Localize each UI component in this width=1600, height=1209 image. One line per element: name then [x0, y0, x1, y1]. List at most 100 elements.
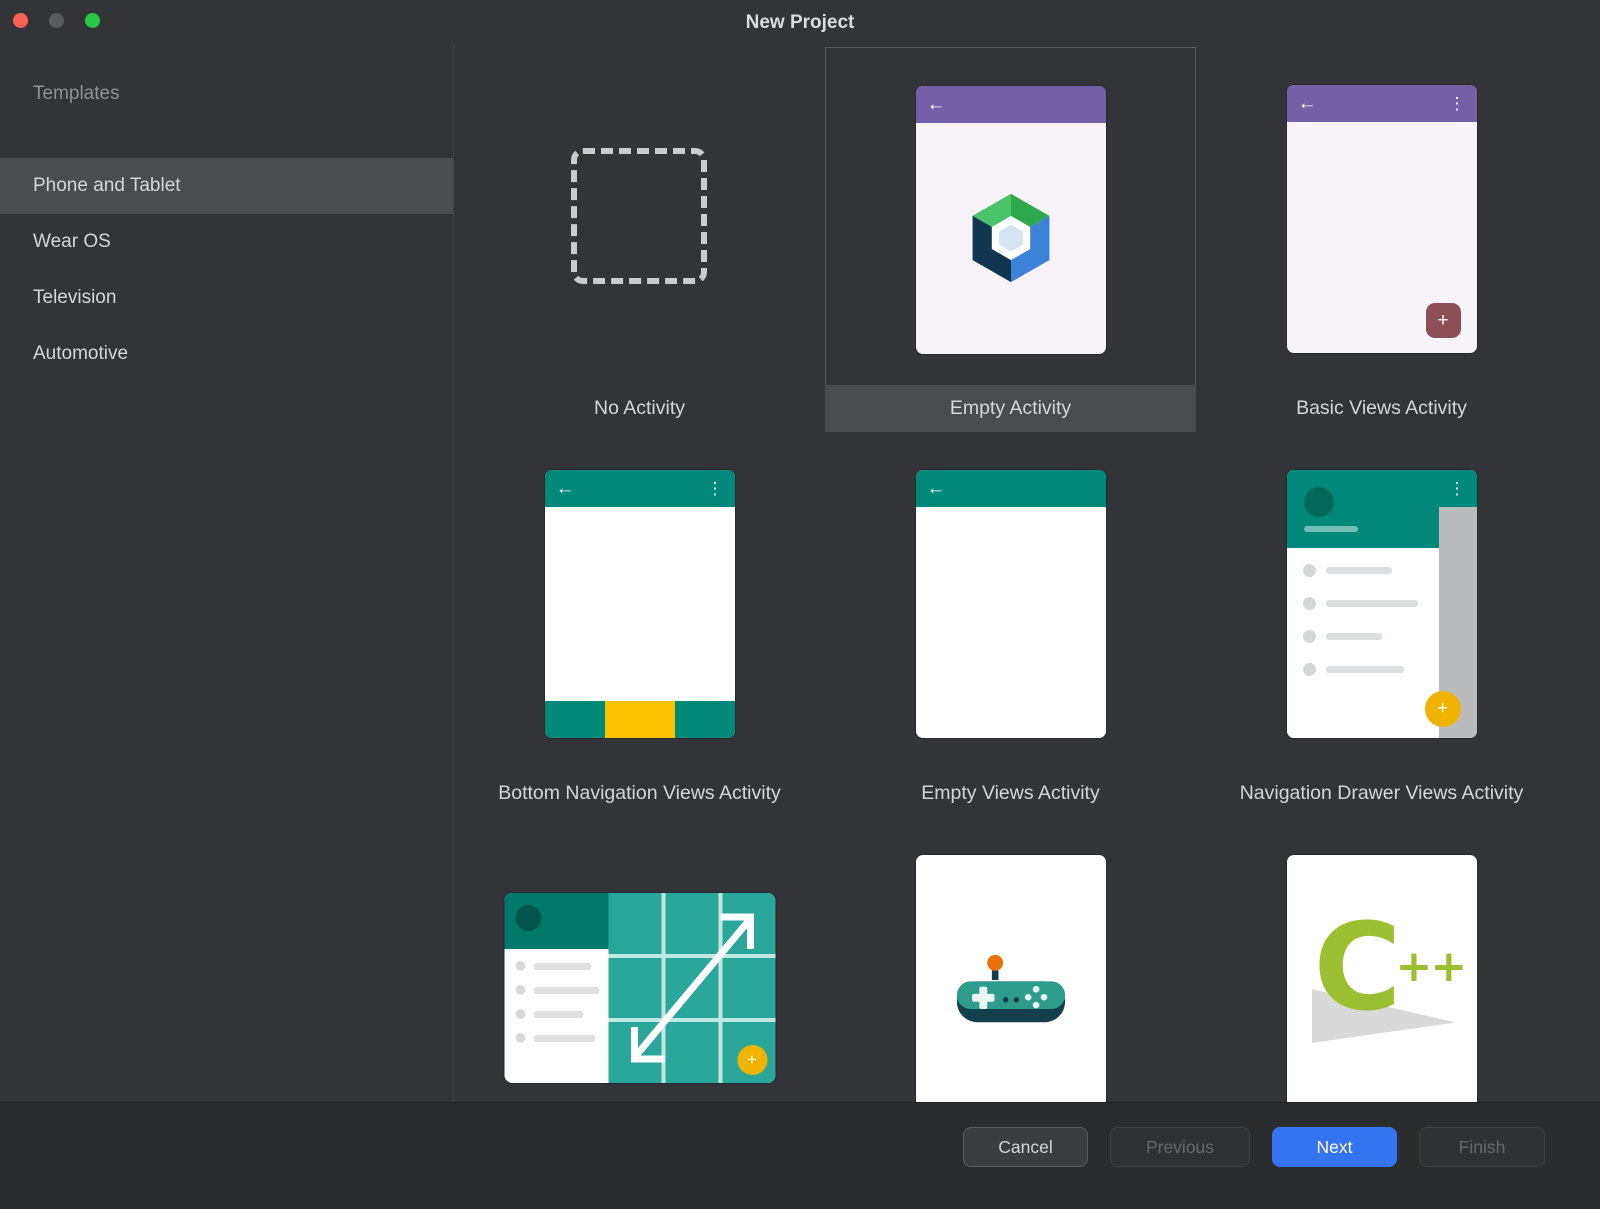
- sidebar-header: Templates: [33, 83, 120, 105]
- template-card-game[interactable]: [825, 817, 1196, 1102]
- responsive-pane-header: [504, 893, 608, 949]
- plus-glyph: +: [747, 1050, 757, 1070]
- menu-item-line: [1326, 633, 1382, 640]
- list-item: [515, 961, 608, 971]
- kebab-menu-icon: ⋮: [1449, 95, 1466, 112]
- template-label: Basic Views Activity: [1196, 385, 1567, 432]
- list-item-line: [533, 963, 591, 970]
- finish-button[interactable]: Finish: [1419, 1127, 1545, 1167]
- list-item-icon: [515, 961, 525, 971]
- title-bar: New Project: [0, 0, 1600, 45]
- close-window-button[interactable]: [13, 13, 28, 28]
- fab-plus-icon: +: [1426, 303, 1461, 338]
- templates-sidebar: Templates Phone and Tablet Wear OS Telev…: [0, 45, 454, 1102]
- sidebar-item-wear-os[interactable]: Wear OS: [0, 214, 453, 270]
- sidebar-item-automotive[interactable]: Automotive: [0, 326, 453, 382]
- drawer-menu-item: [1303, 564, 1439, 577]
- template-label: Empty Views Activity: [825, 770, 1196, 817]
- sidebar-item-label: Wear OS: [33, 231, 111, 252]
- menu-item-icon: [1303, 564, 1316, 577]
- menu-item-line: [1326, 567, 1392, 574]
- cancel-button[interactable]: Cancel: [963, 1127, 1088, 1167]
- empty-views-preview: ←: [916, 470, 1106, 738]
- sidebar-item-label: Automotive: [33, 343, 128, 364]
- previous-button[interactable]: Previous: [1110, 1127, 1250, 1167]
- template-card-empty-views-activity[interactable]: ← Empty Views Activity: [825, 432, 1196, 817]
- preview-app-bar: ← ⋮: [1287, 85, 1477, 122]
- template-card-native-cpp[interactable]: C ++: [1196, 817, 1567, 1102]
- drawer-menu-item: [1303, 630, 1439, 643]
- list-item-line: [533, 1035, 595, 1042]
- responsive-preview: +: [504, 893, 775, 1083]
- kebab-menu-icon: ⋮: [1449, 480, 1466, 497]
- traffic-lights: [13, 13, 100, 28]
- menu-item-line: [1326, 666, 1404, 673]
- menu-item-line: [1326, 600, 1418, 607]
- back-arrow-icon: ←: [556, 479, 575, 498]
- list-item: [515, 985, 608, 995]
- menu-item-icon: [1303, 630, 1316, 643]
- next-button[interactable]: Next: [1272, 1127, 1397, 1167]
- menu-item-icon: [1303, 597, 1316, 610]
- list-item-line: [533, 1011, 583, 1018]
- bottom-nav-segment: [675, 701, 735, 738]
- template-card-empty-activity[interactable]: ← Empty Activity: [825, 47, 1196, 432]
- empty-activity-preview: ←: [916, 86, 1106, 354]
- fab-plus-icon: +: [1425, 691, 1461, 727]
- kebab-menu-icon: ⋮: [707, 480, 724, 497]
- native-cpp-preview: C ++: [1287, 855, 1477, 1102]
- drawer-header-line: [1304, 526, 1358, 532]
- back-arrow-icon: ←: [927, 95, 946, 114]
- sidebar-item-label: Television: [33, 287, 116, 308]
- back-arrow-icon: ←: [1298, 94, 1317, 113]
- drawer-menu-list: [1287, 548, 1439, 676]
- template-card-no-activity[interactable]: No Activity: [454, 47, 825, 432]
- template-label: No Activity: [454, 385, 825, 432]
- bottom-nav-segment-active: [605, 701, 675, 738]
- list-item-line: [533, 987, 599, 994]
- template-grid: No Activity ← Empty Activity: [454, 45, 1600, 1102]
- bottom-navigation-preview: ← ⋮: [545, 470, 735, 738]
- responsive-grid-pane: +: [608, 893, 775, 1083]
- plus-glyph: +: [1437, 698, 1448, 720]
- avatar: [515, 905, 541, 931]
- list-item: [515, 1009, 608, 1019]
- drawer-panel: [1287, 470, 1439, 738]
- dialog-footer: Cancel Previous Next Finish: [0, 1102, 1600, 1209]
- plus-glyph: +: [1437, 310, 1448, 332]
- template-card-bottom-navigation-views-activity[interactable]: ← ⋮ Bottom Navigation Views Activity: [454, 432, 825, 817]
- gamepad-icon: [945, 947, 1077, 1043]
- minimize-window-button[interactable]: [49, 13, 64, 28]
- drawer-menu-item: [1303, 663, 1439, 676]
- template-card-navigation-drawer-views-activity[interactable]: ⋮ + Navigation Drawer Views Activity: [1196, 432, 1567, 817]
- sidebar-list: Phone and Tablet Wear OS Television Auto…: [0, 158, 453, 382]
- template-card-basic-views-activity[interactable]: ← ⋮ + Basic Views Activity: [1196, 47, 1567, 432]
- cpp-plusplus: ++: [1396, 941, 1466, 992]
- no-activity-placeholder-icon: [571, 148, 707, 284]
- preview-app-bar: ← ⋮: [545, 470, 735, 507]
- template-label: Bottom Navigation Views Activity: [454, 770, 825, 817]
- list-item-icon: [515, 1033, 525, 1043]
- sidebar-item-label: Phone and Tablet: [33, 175, 181, 196]
- basic-views-preview: ← ⋮ +: [1287, 85, 1477, 353]
- fab-plus-icon: +: [737, 1045, 767, 1075]
- bottom-navigation-bar: [545, 701, 735, 738]
- sidebar-item-phone-and-tablet[interactable]: Phone and Tablet: [0, 158, 453, 214]
- responsive-list: [504, 949, 608, 1057]
- avatar: [1304, 487, 1334, 517]
- responsive-list-pane: [504, 893, 608, 1083]
- preview-app-bar: ←: [916, 470, 1106, 507]
- template-card-responsive[interactable]: +: [454, 817, 825, 1102]
- cpp-logo-icon: C ++: [1316, 925, 1448, 1047]
- back-arrow-icon: ←: [927, 479, 946, 498]
- drawer-header: [1287, 470, 1439, 548]
- bottom-nav-segment: [545, 701, 605, 738]
- window-title: New Project: [0, 0, 1600, 45]
- template-label: Empty Activity: [825, 385, 1196, 432]
- navigation-drawer-preview: ⋮ +: [1287, 470, 1477, 738]
- sidebar-item-television[interactable]: Television: [0, 270, 453, 326]
- game-activity-preview: [916, 855, 1106, 1102]
- list-item: [515, 1033, 608, 1043]
- template-label: Navigation Drawer Views Activity: [1196, 770, 1567, 817]
- zoom-window-button[interactable]: [85, 13, 100, 28]
